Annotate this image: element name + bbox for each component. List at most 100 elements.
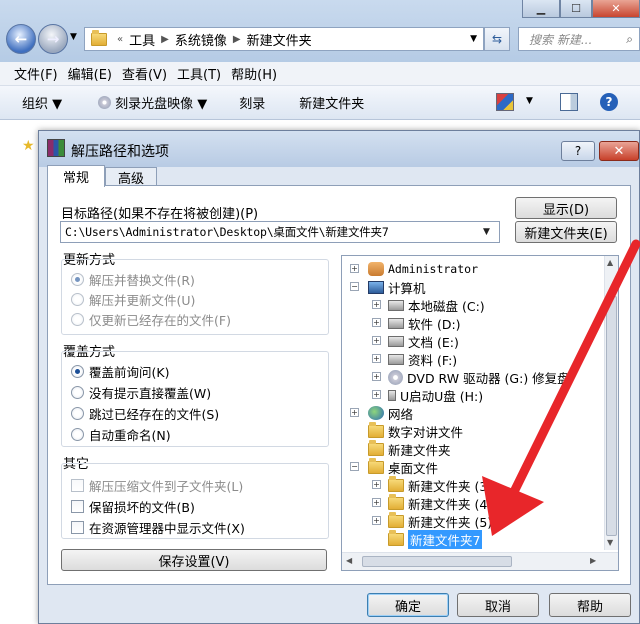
expand-icon[interactable]: + bbox=[372, 390, 381, 399]
tree-node-new-folder-4[interactable]: 新建文件夹 (4) bbox=[388, 493, 492, 512]
option-skip-existing[interactable]: 跳过已经存在的文件(S) bbox=[71, 403, 219, 423]
tab-advanced[interactable]: 高级 bbox=[105, 167, 157, 187]
dialog-close-button[interactable]: ✕ bbox=[599, 141, 639, 161]
preview-pane-icon[interactable] bbox=[560, 93, 578, 111]
refresh-button[interactable]: ⇆ bbox=[484, 27, 510, 51]
organize-button[interactable]: 组织 ▼ bbox=[22, 93, 62, 112]
target-path-combobox[interactable]: C:\Users\Administrator\Desktop\桌面文件\新建文件… bbox=[60, 221, 500, 243]
menu-file[interactable]: 文件(F) bbox=[14, 64, 58, 83]
option-update-existing[interactable]: 仅更新已经存在的文件(F) bbox=[71, 309, 231, 329]
menu-help[interactable]: 帮助(H) bbox=[231, 64, 277, 83]
help-button[interactable]: 帮助 bbox=[549, 593, 631, 617]
tab-general[interactable]: 常规 bbox=[47, 165, 105, 187]
expand-icon[interactable]: + bbox=[372, 498, 381, 507]
radio-extract-replace[interactable] bbox=[71, 272, 84, 286]
new-folder-button[interactable]: 新建文件夹(E) bbox=[515, 221, 617, 243]
tree-node-drive-c[interactable]: 本地磁盘 (C:) bbox=[388, 296, 485, 314]
back-button[interactable]: ← bbox=[6, 24, 36, 54]
option-auto-rename[interactable]: 自动重命名(N) bbox=[71, 424, 171, 444]
tree-node-desktop-files[interactable]: 桌面文件 bbox=[368, 457, 438, 476]
menu-edit[interactable]: 编辑(E) bbox=[68, 64, 112, 83]
tree-node-drive-e[interactable]: 文档 (E:) bbox=[388, 332, 459, 350]
view-dropdown-icon[interactable]: ▼ bbox=[526, 96, 533, 106]
breadcrumb-tools[interactable]: 工具 bbox=[129, 30, 155, 49]
checkbox-extract-to-subfolder[interactable] bbox=[71, 478, 84, 492]
expand-icon[interactable]: + bbox=[372, 480, 381, 489]
checkbox-keep-broken[interactable] bbox=[71, 499, 84, 513]
tree-horizontal-scrollbar[interactable]: ◀ ▶ bbox=[342, 552, 618, 570]
radio-ask-before-overwrite[interactable] bbox=[71, 364, 84, 378]
help-icon[interactable]: ? bbox=[600, 93, 618, 111]
option-extract-update[interactable]: 解压并更新文件(U) bbox=[71, 289, 195, 309]
change-view-icon[interactable] bbox=[496, 93, 514, 111]
save-settings-button[interactable]: 保存设置(V) bbox=[61, 549, 327, 571]
tree-vertical-scrollbar[interactable]: ▲ ▼ bbox=[604, 256, 618, 550]
expand-icon[interactable]: + bbox=[372, 372, 381, 381]
option-show-in-explorer[interactable]: 在资源管理器中显示文件(X) bbox=[71, 517, 245, 537]
minimize-button[interactable]: ▁ bbox=[522, 0, 560, 18]
chevron-right-icon[interactable]: ▶ bbox=[233, 34, 241, 45]
tree-node-usb-h[interactable]: U启动U盘 (H:) bbox=[388, 386, 483, 404]
radio-auto-rename[interactable] bbox=[71, 427, 84, 441]
radio-update-existing[interactable] bbox=[71, 312, 84, 326]
option-ask-before-overwrite[interactable]: 覆盖前询问(K) bbox=[71, 361, 169, 381]
burn-image-button[interactable]: 刻录光盘映像 ▼ bbox=[98, 93, 207, 112]
radio-overwrite-without-prompt[interactable] bbox=[71, 385, 84, 399]
scroll-up-icon[interactable]: ▲ bbox=[607, 258, 616, 267]
chevron-right-icon[interactable]: ▶ bbox=[161, 34, 169, 45]
expand-icon[interactable]: + bbox=[372, 336, 381, 345]
menu-tools[interactable]: 工具(T) bbox=[177, 64, 221, 83]
breadcrumb-system-image[interactable]: 系统镜像 bbox=[175, 30, 227, 49]
expand-icon[interactable]: + bbox=[372, 300, 381, 309]
breadcrumb-overflow[interactable]: « bbox=[117, 34, 123, 45]
expand-icon[interactable]: + bbox=[372, 516, 381, 525]
new-folder-toolbar-button[interactable]: 新建文件夹 bbox=[299, 93, 364, 112]
show-button[interactable]: 显示(D) bbox=[515, 197, 617, 219]
menu-view[interactable]: 查看(V) bbox=[122, 64, 167, 83]
hscroll-thumb[interactable] bbox=[362, 556, 512, 567]
scroll-thumb[interactable] bbox=[606, 296, 617, 536]
tree-node-dvd-g[interactable]: DVD RW 驱动器 (G:) 修复盘 bbox=[388, 368, 570, 386]
breadcrumb-new-folder[interactable]: 新建文件夹 bbox=[247, 30, 312, 49]
forward-button[interactable]: → bbox=[38, 24, 68, 54]
expand-icon[interactable]: + bbox=[350, 408, 359, 417]
option-keep-broken[interactable]: 保留损坏的文件(B) bbox=[71, 496, 195, 516]
cancel-button[interactable]: 取消 bbox=[457, 593, 539, 617]
address-bar[interactable]: « 工具 ▶ 系统镜像 ▶ 新建文件夹 ▼ bbox=[84, 27, 484, 51]
option-extract-replace[interactable]: 解压并替换文件(R) bbox=[71, 269, 195, 289]
path-dropdown-icon[interactable]: ▼ bbox=[483, 227, 490, 237]
window-close-button[interactable]: ✕ bbox=[592, 0, 640, 18]
radio-skip-existing[interactable] bbox=[71, 406, 84, 420]
maximize-button[interactable]: ☐ bbox=[560, 0, 592, 18]
expand-icon[interactable]: + bbox=[372, 354, 381, 363]
tree-node-network[interactable]: 网络 bbox=[368, 404, 413, 422]
tree-node-drive-f[interactable]: 资料 (F:) bbox=[388, 350, 457, 368]
collapse-icon[interactable]: − bbox=[350, 462, 359, 471]
folder-tree[interactable]: + Administrator − 计算机 + 本地磁盘 (C:) + 软件 (… bbox=[341, 255, 619, 571]
expand-icon[interactable]: + bbox=[372, 318, 381, 327]
tree-node-administrator[interactable]: Administrator bbox=[368, 260, 478, 278]
scroll-down-icon[interactable]: ▼ bbox=[607, 538, 616, 547]
collapse-icon[interactable]: − bbox=[350, 282, 359, 291]
tree-node-digital-intercom[interactable]: 数字对讲文件 bbox=[368, 421, 463, 440]
tree-node-drive-d[interactable]: 软件 (D:) bbox=[388, 314, 461, 332]
checkbox-show-in-explorer[interactable] bbox=[71, 520, 84, 534]
tree-node-new-folder-3[interactable]: 新建文件夹 (3) bbox=[388, 475, 492, 494]
scroll-right-icon[interactable]: ▶ bbox=[590, 556, 596, 565]
option-extract-to-subfolder[interactable]: 解压压缩文件到子文件夹(L) bbox=[71, 475, 243, 495]
history-dropdown-icon[interactable]: ▼ bbox=[70, 32, 77, 42]
tree-node-new-folder-7[interactable]: 新建文件夹7 bbox=[388, 529, 483, 549]
burn-button[interactable]: 刻录 bbox=[239, 93, 265, 112]
expand-icon[interactable]: + bbox=[350, 264, 359, 273]
search-input[interactable]: 搜索 新建... ⌕ bbox=[518, 27, 640, 51]
tree-node-computer[interactable]: 计算机 bbox=[368, 278, 426, 296]
dialog-help-button[interactable]: ? bbox=[561, 141, 595, 161]
address-dropdown-icon[interactable]: ▼ bbox=[470, 34, 477, 44]
option-overwrite-without-prompt[interactable]: 没有提示直接覆盖(W) bbox=[71, 382, 211, 402]
tree-node-new-folder[interactable]: 新建文件夹 bbox=[368, 439, 451, 458]
radio-extract-update[interactable] bbox=[71, 292, 84, 306]
favorites-star-icon[interactable]: ★ bbox=[22, 138, 35, 154]
scroll-left-icon[interactable]: ◀ bbox=[346, 556, 352, 565]
tree-node-new-folder-5[interactable]: 新建文件夹 (5) bbox=[388, 511, 492, 530]
ok-button[interactable]: 确定 bbox=[367, 593, 449, 617]
